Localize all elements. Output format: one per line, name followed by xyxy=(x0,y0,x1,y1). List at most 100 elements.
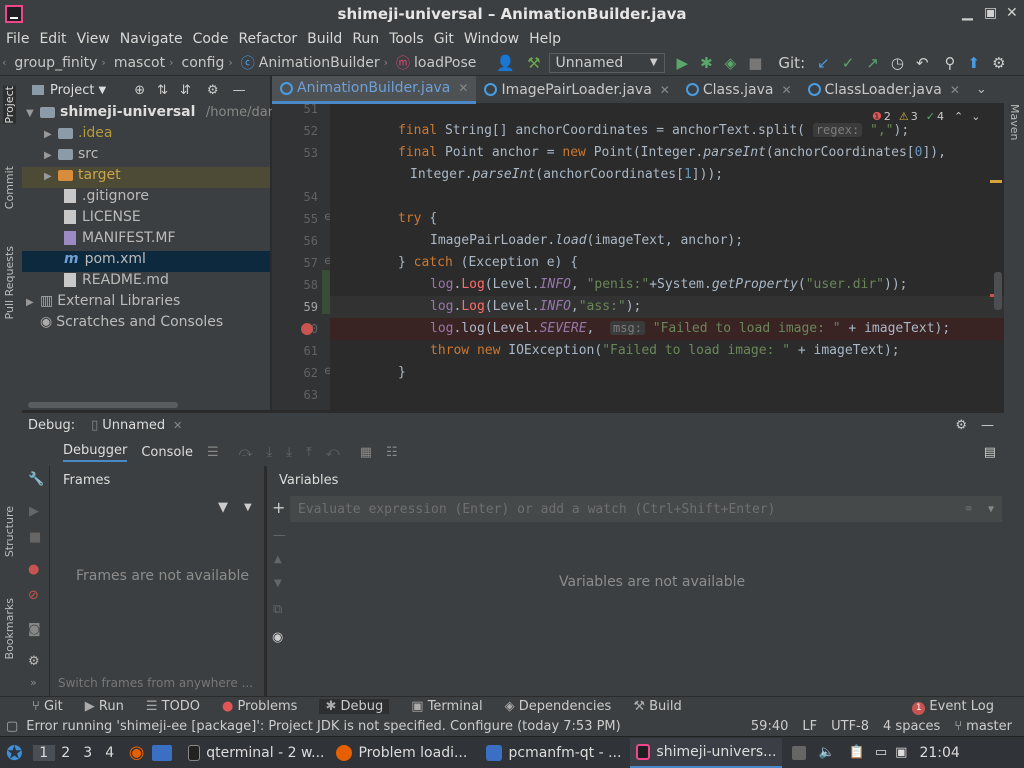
menu-tools[interactable]: Tools xyxy=(389,31,424,47)
menu-run[interactable]: Run xyxy=(352,31,379,47)
drop-frame-icon[interactable]: ⤺ xyxy=(326,445,340,460)
status-icon[interactable]: ▢ xyxy=(6,719,18,734)
eye-icon[interactable]: ◉ xyxy=(272,630,283,645)
move-up-icon[interactable]: ▲ xyxy=(274,554,282,565)
expand-all-icon[interactable]: ⇅ xyxy=(157,83,168,98)
workspace-1[interactable]: 1 xyxy=(32,744,55,761)
breadcrumb-mascot[interactable]: mascot xyxy=(114,55,165,71)
run-icon[interactable]: ▶ xyxy=(677,54,689,72)
git-update-icon[interactable]: ↙ xyxy=(817,54,830,72)
status-message[interactable]: Error running 'shimeji-ee [package]': Pr… xyxy=(26,719,620,734)
menu-git[interactable]: Git xyxy=(434,31,454,47)
settings-icon[interactable]: ⚙ xyxy=(992,54,1005,72)
menu-icon[interactable]: ☰ xyxy=(207,445,219,460)
close-tab-icon[interactable]: ✕ xyxy=(660,83,670,97)
stop-icon[interactable]: ■ xyxy=(29,530,41,545)
indent-setting[interactable]: 4 spaces xyxy=(883,719,940,734)
collapse-all-icon[interactable]: ⇵ xyxy=(180,83,191,98)
settings-icon[interactable]: ⚙ xyxy=(28,654,40,669)
toolwindow-build[interactable]: ⚒ Build xyxy=(633,699,681,714)
tab-console[interactable]: Console xyxy=(141,445,193,460)
tree-item-manifest[interactable]: MANIFEST.MF xyxy=(22,230,270,251)
caret-position[interactable]: 59:40 xyxy=(751,719,788,734)
task-qterminal[interactable]: qterminal - 2 w... xyxy=(182,738,330,768)
stop-icon[interactable]: ■ xyxy=(748,54,762,72)
workspace-2[interactable]: 2 xyxy=(55,745,77,761)
toolwindow-run[interactable]: ▶ Run xyxy=(85,699,124,714)
git-commit-icon[interactable]: ✓ xyxy=(842,54,855,72)
filter-icon[interactable]: ▼ xyxy=(218,500,228,515)
toolwindow-terminal[interactable]: ▣ Terminal xyxy=(411,699,482,714)
network-icon[interactable]: ▣ xyxy=(895,745,907,760)
workspace-4[interactable]: 4 xyxy=(99,745,121,761)
firefox-launcher-icon[interactable]: ◉ xyxy=(129,742,145,763)
commit-tool-tab[interactable]: Commit xyxy=(3,166,16,209)
evaluate-input[interactable]: Evaluate expression (Enter) or add a wat… xyxy=(290,496,1002,522)
layout-icon[interactable]: ▤ xyxy=(984,445,996,460)
workspace-3[interactable]: 3 xyxy=(77,745,99,761)
horizontal-scrollbar[interactable] xyxy=(28,402,178,408)
volume-icon[interactable]: 🔈 xyxy=(818,745,834,760)
structure-tool-tab[interactable]: Structure xyxy=(3,506,16,557)
search-icon[interactable]: ⚲ xyxy=(945,54,956,72)
link-icon[interactable]: ⚭ xyxy=(963,502,974,517)
add-watch-icon[interactable]: + xyxy=(272,498,285,517)
close-icon[interactable]: ✕ xyxy=(1006,5,1018,21)
display-icon[interactable]: ▭ xyxy=(875,745,887,760)
code-editor[interactable]: final String[] anchorCoordinates = ancho… xyxy=(330,104,1004,410)
tree-item-src[interactable]: ▶ src xyxy=(22,146,270,167)
debug-session-tab[interactable]: Unnamed xyxy=(102,418,165,433)
breakpoint-icon[interactable] xyxy=(301,323,313,335)
maximize-icon[interactable]: ▣ xyxy=(984,5,997,21)
clipboard-icon[interactable]: 📋 xyxy=(849,745,865,760)
step-out-icon[interactable]: ⤒ xyxy=(306,445,312,460)
pull-requests-tool-tab[interactable]: Pull Requests xyxy=(3,246,16,319)
camera-icon[interactable]: ◙ xyxy=(28,622,41,637)
chevron-down-icon[interactable]: ▼ xyxy=(244,502,252,513)
move-down-icon[interactable]: ▼ xyxy=(274,578,282,589)
tree-item-root[interactable]: ▼ shimeji-universal /home/dartz xyxy=(22,104,285,125)
close-session-icon[interactable]: ✕ xyxy=(173,419,182,432)
view-breakpoints-icon[interactable]: ● xyxy=(28,562,39,577)
tray-app-icon[interactable] xyxy=(792,745,807,760)
gear-icon[interactable]: ⚙ xyxy=(207,83,219,98)
chevron-up-icon[interactable]: ⌃ xyxy=(954,110,963,123)
tab-overflow-icon[interactable]: ⌄ xyxy=(976,82,987,97)
wrench-icon[interactable]: 🔧 xyxy=(28,472,44,487)
task-pcmanfm[interactable]: pcmanfm-qt - ... xyxy=(480,738,630,768)
tree-item-external-libraries[interactable]: ▶ ▥ External Libraries xyxy=(22,293,270,314)
chevron-down-icon[interactable]: ⌄ xyxy=(971,110,980,123)
menu-build[interactable]: Build xyxy=(307,31,342,47)
tab-class[interactable]: Class.java ✕ xyxy=(678,76,800,104)
tab-classloader[interactable]: ClassLoader.java ✕ xyxy=(800,76,968,104)
tree-item-idea[interactable]: ▶ .idea xyxy=(22,125,270,146)
line-separator[interactable]: LF xyxy=(802,719,817,734)
run-config-select[interactable]: Unnamed ▼ xyxy=(548,52,665,73)
toolwindow-git[interactable]: ⑂ Git xyxy=(32,699,63,714)
more-icon[interactable]: » xyxy=(30,676,37,689)
history-icon[interactable]: ◷ xyxy=(891,54,904,72)
maven-tool-tab[interactable]: Maven xyxy=(1008,104,1021,140)
menu-window[interactable]: Window xyxy=(464,31,519,47)
tree-item-gitignore[interactable]: .gitignore xyxy=(22,188,270,209)
event-log[interactable]: 1 Event Log xyxy=(912,699,994,715)
tree-item-license[interactable]: LICENSE xyxy=(22,209,270,230)
close-tab-icon[interactable]: ✕ xyxy=(781,83,791,97)
project-tool-tab[interactable]: Project xyxy=(3,86,16,124)
menu-code[interactable]: Code xyxy=(193,31,229,47)
mute-breakpoints-icon[interactable]: ⊘ xyxy=(28,588,39,603)
chevron-down-icon[interactable]: ▼ xyxy=(98,85,106,96)
bookmarks-tool-tab[interactable]: Bookmarks xyxy=(3,598,16,659)
inspection-widget[interactable]: ❶2 ⚠ 3 ✓ 4 ⌃ ⌄ xyxy=(872,110,980,123)
resume-icon[interactable]: ▶ xyxy=(29,504,39,519)
table-icon[interactable]: ▦ xyxy=(360,445,372,460)
task-firefox[interactable]: Problem loadi... xyxy=(330,738,480,768)
trace-icon[interactable]: ☷ xyxy=(386,445,398,460)
hide-icon[interactable]: — xyxy=(981,418,994,433)
menu-edit[interactable]: Edit xyxy=(39,31,66,47)
toolwindow-debug[interactable]: ✱ Debug xyxy=(319,699,390,714)
menu-navigate[interactable]: Navigate xyxy=(120,31,183,47)
project-view-select[interactable]: Project xyxy=(50,83,94,98)
toolwindow-dependencies[interactable]: ◈ Dependencies xyxy=(505,699,612,714)
hammer-icon[interactable]: ⚒ xyxy=(527,54,540,72)
